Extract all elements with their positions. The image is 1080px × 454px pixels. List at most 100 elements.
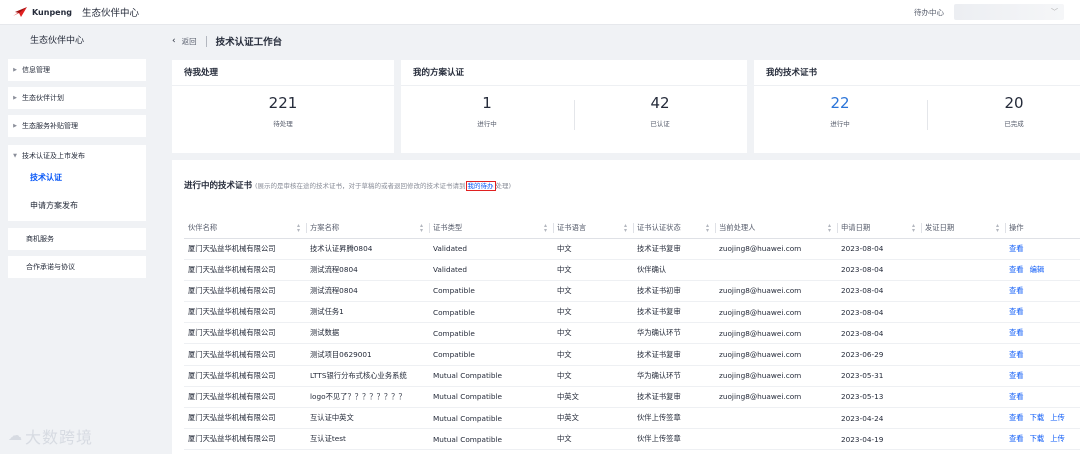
view-link[interactable]: 查看 — [1009, 307, 1024, 316]
sort-icon[interactable]: ▴ ▾ — [544, 223, 547, 234]
cert-type-cell: Validated — [429, 238, 553, 260]
column-header[interactable]: 证书认证状态 ▴ ▾ — [633, 218, 715, 239]
caret-right-icon: ▶ — [13, 123, 17, 129]
sort-icon[interactable]: ▴ ▾ — [624, 223, 627, 234]
view-link[interactable]: 查看 — [1009, 350, 1024, 359]
watermark-text: 大数跨境 — [25, 428, 94, 447]
table-row: 厦门天弘益华机械有限公司 LTTS银行分布式核心业务系统 Mutual Compat… — [184, 365, 1080, 387]
my-todo-link[interactable]: 我的待办 — [465, 181, 496, 191]
cert-language-cell: 中文 — [553, 322, 633, 345]
column-header[interactable]: 当前处理人 ▴ ▾ — [715, 218, 837, 239]
column-header[interactable]: 证书语言 ▴ ▾ — [553, 218, 633, 239]
actions-cell: 查看 下载 上传 — [1005, 407, 1080, 430]
brand-name[interactable]: Kunpeng — [32, 8, 72, 17]
actions-cell: 查看 — [1005, 301, 1080, 324]
in-progress-certs-panel: 进行中的技术证书 (展示的是审核在途的技术证书，对于草稿的或者退回修改的技术证书… — [172, 160, 1080, 454]
column-header[interactable]: 伙伴名称 ▴ ▾ — [184, 218, 306, 239]
sort-icon[interactable]: ▴ ▾ — [297, 223, 300, 234]
stat-label: 待处理 — [273, 120, 293, 128]
solution-certified-stat[interactable]: 42 已认证 — [570, 94, 750, 128]
app-title[interactable]: 生态伙伴中心 — [82, 5, 139, 19]
actions-cell: 查看 — [1005, 238, 1080, 260]
view-link[interactable]: 查看 — [1009, 371, 1024, 380]
handler-cell: zuojing8@huawei.com — [715, 238, 837, 260]
download-link[interactable]: 下载 — [1030, 434, 1045, 443]
todo-center-link[interactable]: 待办中心 — [914, 7, 944, 18]
table-row: 厦门天弘益华机械有限公司 互认证test Mutual Compatible 中文 伙伴… — [184, 428, 1080, 451]
sidebar-item-business[interactable]: 商机服务 — [8, 228, 146, 250]
sidebar-item-cert-release[interactable]: ▼ 技术认证及上市发布 — [8, 145, 146, 167]
stat-value: 42 — [650, 94, 670, 112]
solution-name-cell: 测试数据 — [306, 322, 429, 345]
stat-label: 已认证 — [650, 120, 670, 128]
sort-icon[interactable]: ▴ ▾ — [706, 223, 709, 234]
page-header: ‹ 返回 技术认证工作台 — [160, 25, 1080, 57]
column-divider — [633, 223, 634, 233]
apply-date-cell: 2023-08-04 — [837, 322, 921, 345]
sidebar-item-partner-plan[interactable]: ▶ 生态伙伴计划 — [8, 87, 146, 109]
solution-name-cell: 互认证test — [306, 428, 429, 451]
table-row: 厦门天弘益华机械有限公司 测试流程0804 Compatible 中文 技术证书初审 zu… — [184, 280, 1080, 303]
partner-name-cell: 厦门天弘益华机械有限公司 — [184, 428, 306, 451]
view-link[interactable]: 查看 — [1009, 244, 1024, 253]
handler-cell: zuojing8@huawei.com — [715, 343, 837, 366]
actions-cell: 查看 编辑 — [1005, 259, 1080, 281]
apply-date-cell: 2023-08-04 — [837, 259, 921, 281]
back-button[interactable]: ‹ 返回 — [172, 36, 197, 47]
download-link[interactable]: 下载 — [1030, 413, 1045, 422]
solution-in-progress-stat[interactable]: 1 进行中 — [397, 94, 577, 128]
column-header-label: 申请日期 — [841, 222, 871, 232]
sort-icon[interactable]: ▴ ▾ — [912, 223, 915, 234]
table-row: 厦门天弘益华机械有限公司 互认证中英文 Mutual Compatible 中英文 伙伴… — [184, 407, 1080, 430]
apply-date-cell: 2023-08-04 — [837, 280, 921, 303]
column-header[interactable]: 发证日期 ▴ ▾ — [921, 218, 1005, 239]
pending-stat[interactable]: 221 待处理 — [193, 94, 373, 128]
view-link[interactable]: 查看 — [1009, 328, 1024, 337]
column-header[interactable]: 申请日期 ▴ ▾ — [837, 218, 921, 239]
cert-completed-stat[interactable]: 20 已完成 — [924, 94, 1080, 128]
sort-icon[interactable]: ▴ ▾ — [996, 223, 999, 234]
column-header[interactable]: 方案名称 ▴ ▾ — [306, 218, 429, 239]
sidebar-item-info-management[interactable]: ▶ 信息管理 — [8, 59, 146, 81]
sidebar-subitem-tech-cert[interactable]: 技术认证 — [16, 166, 142, 188]
actions-cell: 查看 — [1005, 280, 1080, 303]
view-link[interactable]: 查看 — [1009, 265, 1024, 274]
sort-icon[interactable]: ▴ ▾ — [828, 223, 831, 234]
handler-cell — [715, 259, 837, 281]
edit-link[interactable]: 编辑 — [1030, 265, 1045, 274]
cert-status-cell: 华为确认环节 — [633, 322, 715, 345]
sidebar-item-subsidy[interactable]: ▶ 生态服务补贴管理 — [8, 115, 146, 137]
cert-in-progress-stat[interactable]: 22 进行中 — [750, 94, 930, 128]
sidebar-subitem-apply-release[interactable]: 申请方案发布 — [16, 194, 142, 216]
partner-name-cell: 厦门天弘益华机械有限公司 — [184, 259, 306, 281]
user-menu[interactable]: ﹀ — [954, 4, 1064, 20]
table-header-row: 伙伴名称 ▴ ▾ 方案名称 ▴ ▾ 证书类型 ▴ ▾ 证书语言 ▴ ▾ 证书认证状态 ▴ ▾ 当前处理人 ▴ ▾ 申… — [184, 218, 1080, 239]
solution-name-cell: 技术认证昇腾0804 — [306, 238, 429, 260]
upload-link[interactable]: 上传 — [1050, 413, 1065, 422]
sidebar-item-agreements[interactable]: 合作承诺与协议 — [8, 256, 146, 278]
cert-language-cell: 中文 — [553, 259, 633, 281]
panel-note-before: (展示的是审核在途的技术证书，对于草稿的或者退回修改的技术证书请到 — [254, 182, 466, 190]
cert-language-cell: 中英文 — [553, 407, 633, 430]
cert-status-cell: 技术证书复审 — [633, 343, 715, 366]
issue-date-cell — [921, 428, 1005, 451]
issue-date-cell — [921, 259, 1005, 281]
sidebar-item-label: 合作承诺与协议 — [26, 263, 75, 271]
cert-type-cell: Compatible — [429, 280, 553, 303]
view-link[interactable]: 查看 — [1009, 286, 1024, 295]
view-link[interactable]: 查看 — [1009, 434, 1024, 443]
apply-date-cell: 2023-06-29 — [837, 343, 921, 366]
apply-date-cell: 2023-08-04 — [837, 238, 921, 260]
page-title: 技术认证工作台 — [215, 37, 283, 48]
kunpeng-logo-icon[interactable] — [12, 6, 28, 18]
view-link[interactable]: 查看 — [1009, 392, 1024, 401]
sort-icon[interactable]: ▴ ▾ — [420, 223, 423, 234]
column-header-label: 证书认证状态 — [637, 222, 681, 232]
view-link[interactable]: 查看 — [1009, 413, 1024, 422]
column-header[interactable]: 证书类型 ▴ ▾ — [429, 218, 553, 239]
cert-language-cell: 中英文 — [553, 386, 633, 409]
upload-link[interactable]: 上传 — [1050, 434, 1065, 443]
card-title: 我的技术证书 — [754, 60, 1080, 86]
issue-date-cell — [921, 407, 1005, 430]
column-divider — [921, 223, 922, 233]
